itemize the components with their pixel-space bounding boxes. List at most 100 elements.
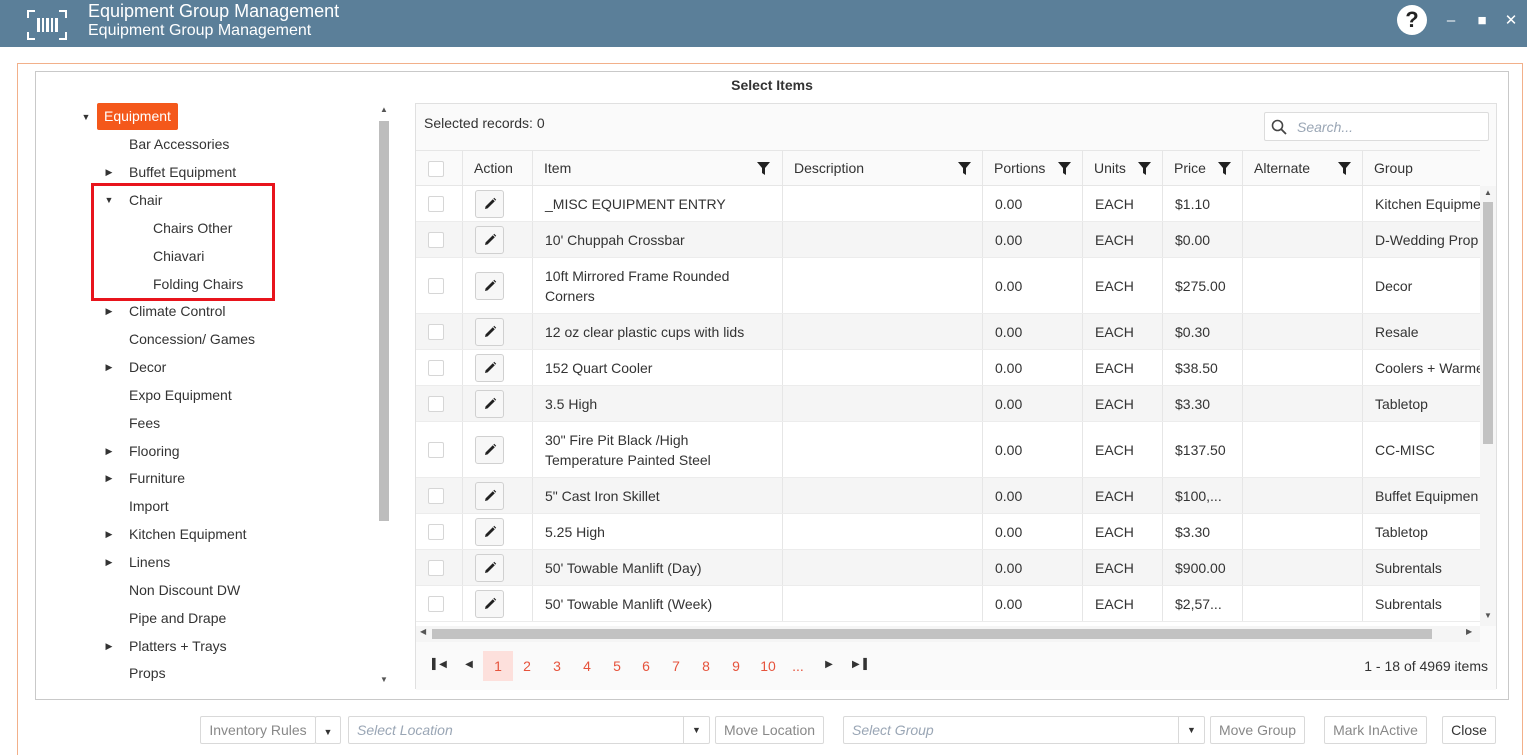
minimize-icon[interactable]: – [1443,11,1459,31]
tree-node-buffet-equipment[interactable]: Buffet Equipment [129,161,236,183]
page-number-5[interactable]: 5 [603,651,631,681]
row-checkbox[interactable] [428,195,444,212]
filter-icon[interactable] [1218,162,1231,175]
row-checkbox[interactable] [428,595,444,612]
tree-node-decor[interactable]: Decor [129,356,166,378]
grid-vertical-scrollbar[interactable]: ▲ ▼ [1480,186,1496,626]
last-page-icon[interactable]: ▶▐ [852,659,867,670]
tree-expand-toggle-chair[interactable]: ▼ [103,189,115,211]
tree-node-bar-accessories[interactable]: Bar Accessories [129,133,229,155]
next-page-icon[interactable]: ▶ [822,659,836,670]
edit-button[interactable] [475,553,504,582]
tree-expand-toggle-linens[interactable]: ▶ [103,551,115,573]
edit-button[interactable] [475,389,504,418]
filter-icon[interactable] [1138,162,1151,175]
row-checkbox[interactable] [428,277,444,294]
horizontal-scrollbar-thumb[interactable] [432,629,1432,639]
move-group-button[interactable]: Move Group [1210,716,1305,744]
tree-node-flooring[interactable]: Flooring [129,440,180,462]
previous-page-icon[interactable]: ◀ [462,659,476,670]
filter-icon[interactable] [757,162,770,175]
row-checkbox[interactable] [428,231,444,248]
inventory-rules-dropdown[interactable]: ▼ [315,716,341,744]
column-header-alternate[interactable]: Alternate [1242,151,1362,186]
edit-button[interactable] [475,225,504,254]
tree-node-props[interactable]: Props [129,662,166,684]
edit-button[interactable] [475,517,504,546]
table-row[interactable]: 10' Chuppah Crossbar 0.00 EACH $0.00 D-Weddi… [416,222,1480,258]
tree-node-fees[interactable]: Fees [129,412,160,434]
edit-button[interactable] [475,189,504,218]
scroll-left-icon[interactable]: ◀ [420,627,426,636]
table-row[interactable]: 10ft Mirrored Frame Rounded Corners 0.00 E… [416,258,1480,314]
row-checkbox[interactable] [428,487,444,504]
tree-node-expo-equipment[interactable]: Expo Equipment [129,384,232,406]
search-box[interactable] [1264,112,1489,141]
table-row[interactable]: 50' Towable Manlift (Day) 0.00 EACH $900.00… [416,550,1480,586]
column-header-portions[interactable]: Portions [982,151,1082,186]
table-row[interactable]: _MISC EQUIPMENT ENTRY 0.00 EACH $1.10 Kitche… [416,186,1480,222]
page-number-4[interactable]: 4 [573,651,601,681]
first-page-icon[interactable]: ▌◀ [432,659,447,670]
table-row[interactable]: 5.25 High 0.00 EACH $3.30 Tabletop [416,514,1480,550]
edit-button[interactable] [475,353,504,382]
edit-button[interactable] [475,435,504,464]
tree-scrollbar-thumb[interactable] [379,121,389,521]
vertical-scrollbar-thumb[interactable] [1483,202,1493,444]
tree-node-chair[interactable]: Chair [129,189,162,211]
location-select[interactable]: Select Location ▼ [348,716,710,744]
tree-expand-toggle-climate-control[interactable]: ▶ [103,300,115,322]
page-number-6[interactable]: 6 [632,651,660,681]
close-button[interactable]: Close [1442,716,1496,744]
scroll-down-icon[interactable]: ▼ [1480,611,1496,620]
column-header-units[interactable]: Units [1082,151,1162,186]
table-row[interactable]: 12 oz clear plastic cups with lids 0.00 EA… [416,314,1480,350]
page-number-9[interactable]: 9 [722,651,750,681]
tree-expand-toggle-buffet-equipment[interactable]: ▶ [103,161,115,183]
row-checkbox[interactable] [428,323,444,340]
scroll-up-icon[interactable]: ▲ [1480,188,1496,197]
page-number-10[interactable]: 10 [754,651,782,681]
tree-expand-toggle-equipment[interactable]: ▼ [80,106,92,128]
help-icon[interactable]: ? [1397,5,1427,35]
tree-scrollbar[interactable]: ▲ ▼ [376,103,392,688]
tree-node-linens[interactable]: Linens [129,551,170,573]
scroll-down-icon[interactable]: ▼ [379,675,389,684]
tree-node-climate-control[interactable]: Climate Control [129,300,225,322]
table-row[interactable]: 30" Fire Pit Black /High Temperature Pai… [416,422,1480,478]
tree-expand-toggle-kitchen-equipment[interactable]: ▶ [103,523,115,545]
page-number-3[interactable]: 3 [543,651,571,681]
page-number-7[interactable]: 7 [662,651,690,681]
page-number-2[interactable]: 2 [513,651,541,681]
row-checkbox[interactable] [428,441,444,458]
row-checkbox[interactable] [428,523,444,540]
tree-node-platters-trays[interactable]: Platters + Trays [129,635,227,657]
tree-node-chairs-other[interactable]: Chairs Other [153,217,232,239]
table-row[interactable]: 5" Cast Iron Skillet 0.00 EACH $100,... Buff… [416,478,1480,514]
tree-expand-toggle-decor[interactable]: ▶ [103,356,115,378]
table-row[interactable]: 152 Quart Cooler 0.00 EACH $38.50 Coolers + … [416,350,1480,386]
table-row[interactable]: 3.5 High 0.00 EACH $3.30 Tabletop [416,386,1480,422]
column-header-action[interactable]: Action [462,151,532,186]
column-header-item[interactable]: Item [532,151,782,186]
maximize-icon[interactable]: ■ [1474,11,1490,31]
filter-icon[interactable] [1338,162,1351,175]
row-checkbox[interactable] [428,359,444,376]
scroll-right-icon[interactable]: ▶ [1466,627,1472,636]
group-select[interactable]: Select Group ▼ [843,716,1205,744]
tree-expand-toggle-flooring[interactable]: ▶ [103,440,115,462]
column-header-group[interactable]: Group [1362,151,1480,186]
tree-node-pipe-and-drape[interactable]: Pipe and Drape [129,607,226,629]
tree-node-chiavari[interactable]: Chiavari [153,245,204,267]
tree-node-import[interactable]: Import [129,495,169,517]
tree-node-kitchen-equipment[interactable]: Kitchen Equipment [129,523,247,545]
edit-button[interactable] [475,271,504,300]
edit-button[interactable] [475,589,504,618]
tree-node-non-discount-dw[interactable]: Non Discount DW [129,579,240,601]
table-row[interactable]: 50' Towable Manlift (Week) 0.00 EACH $2,57.… [416,586,1480,622]
tree-expand-toggle-platters-trays[interactable]: ▶ [103,635,115,657]
inventory-rules-button[interactable]: Inventory Rules [200,716,316,744]
column-header-description[interactable]: Description [782,151,982,186]
search-input[interactable] [1295,116,1483,138]
move-location-button[interactable]: Move Location [715,716,824,744]
